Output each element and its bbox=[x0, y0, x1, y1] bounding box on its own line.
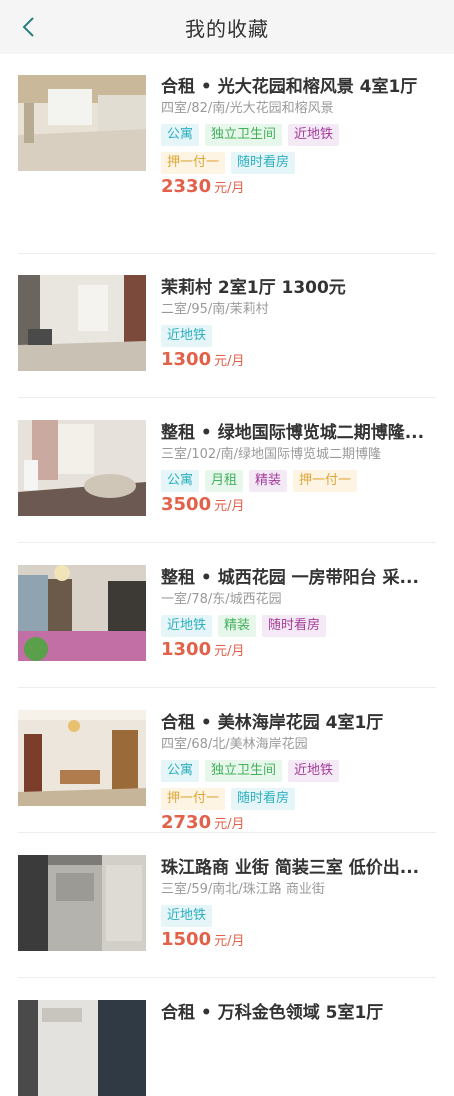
listing-title: 合租 • 美林海岸花园 4室1厅 bbox=[161, 713, 384, 733]
listing-details: 三室/102/南/绿地国际博览城二期博隆 bbox=[161, 447, 381, 462]
listing-item[interactable]: 合租 • 美林海岸花园 4室1厅 四室/68/北/美林海岸花园 公寓 独立卫生间… bbox=[0, 634, 454, 833]
listing-photo bbox=[18, 75, 146, 171]
listing-item[interactable]: 合租 • 光大花园和榕风景 4室1厅 四室/82/南/光大花园和榕风景 公寓 独… bbox=[0, 54, 454, 199]
listing-item[interactable]: 茉莉村 2室1厅 1300元 二室/95/南/茉莉村 近地铁 1300 元/月 bbox=[0, 199, 454, 371]
page-title: 我的收藏 bbox=[185, 16, 269, 41]
top-nav-bar: 我的收藏 bbox=[0, 0, 454, 54]
listing-tag: 押一付一 bbox=[161, 152, 226, 174]
listing-tags: 公寓 独立卫生间 近地铁 押一付一 随时看房 bbox=[161, 124, 371, 174]
listing-item[interactable]: 整租 • 绿地国际博览城二期博隆... 三室/102/南/绿地国际博览城二期博隆… bbox=[0, 344, 454, 516]
listing-tag: 公寓 bbox=[161, 124, 200, 146]
listing-details: 四室/82/南/光大花园和榕风景 bbox=[161, 101, 334, 116]
listing-title: 珠江路商 业街 简装三室 低价出... bbox=[161, 858, 420, 878]
listing-title: 合租 • 光大花园和榕风景 4室1厅 bbox=[161, 77, 418, 97]
listing-title: 整租 • 城西花园 一房带阳台 采... bbox=[161, 568, 419, 588]
back-button[interactable] bbox=[14, 12, 44, 42]
listing-item[interactable]: 珠江路商 业街 简装三室 低价出... 三室/59/南北/珠江路 商业街 近地铁… bbox=[0, 779, 454, 951]
listing-details: 二室/95/南/茉莉村 bbox=[161, 302, 269, 317]
price-unit: 元/月 bbox=[214, 181, 245, 196]
listing-tag: 独立卫生间 bbox=[205, 124, 283, 146]
listing-tag: 近地铁 bbox=[288, 124, 340, 146]
listing-title: 整租 • 绿地国际博览城二期博隆... bbox=[161, 423, 425, 443]
listing-item[interactable]: 合租 • 万科金色领域 5室1厅 bbox=[0, 924, 454, 1096]
price-value: 2330 bbox=[161, 176, 212, 197]
listing-price: 2330 元/月 bbox=[161, 176, 441, 200]
listing-details: 三室/59/南北/珠江路 商业街 bbox=[161, 882, 325, 897]
listing-photo bbox=[18, 1000, 146, 1096]
listing-tag: 随时看房 bbox=[231, 152, 296, 174]
listing-details: 一室/78/东/城西花园 bbox=[161, 592, 282, 607]
listing-details: 四室/68/北/美林海岸花园 bbox=[161, 737, 308, 752]
listing-item[interactable]: 整租 • 城西花园 一房带阳台 采... 一室/78/东/城西花园 近地铁 精装… bbox=[0, 489, 454, 661]
listing-title: 茉莉村 2室1厅 1300元 bbox=[161, 278, 346, 298]
listing-title: 合租 • 万科金色领域 5室1厅 bbox=[161, 1003, 384, 1023]
back-arrow-icon bbox=[22, 17, 34, 37]
